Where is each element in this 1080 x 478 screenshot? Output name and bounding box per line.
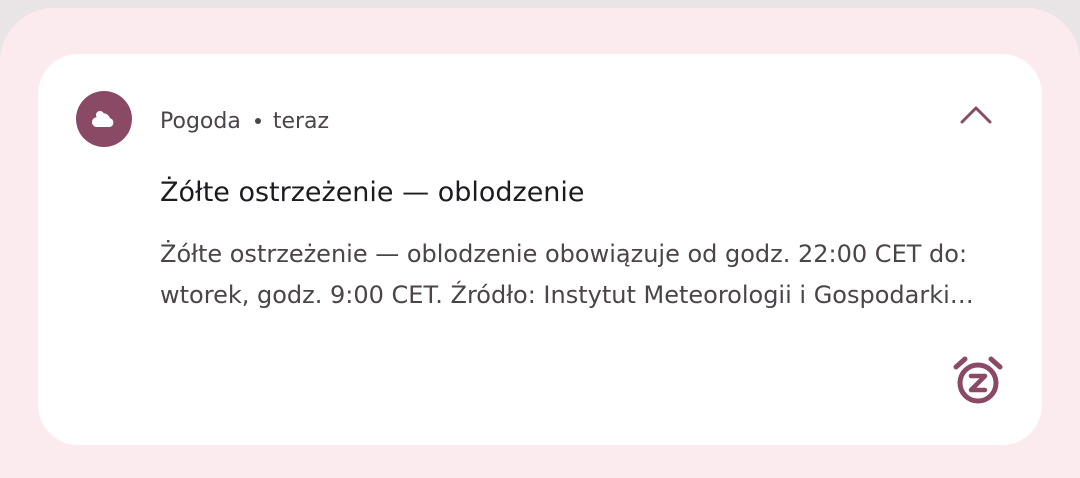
separator-dot: [254, 118, 261, 124]
collapse-button[interactable]: [946, 96, 1006, 140]
notification-card[interactable]: Pogoda teraz Żółte ostrzeżenie — oblodze…: [38, 54, 1042, 445]
timestamp: teraz: [272, 108, 330, 134]
snooze-alarm-icon: [953, 356, 1003, 404]
notification-body: Żółte ostrzeżenie — oblodzenie obowiązuj…: [160, 240, 968, 309]
snooze-button[interactable]: [944, 350, 1012, 410]
notification-shade: Pogoda teraz Żółte ostrzeżenie — oblodze…: [0, 8, 1080, 478]
chevron-up-icon: [960, 106, 992, 124]
notification-header: Pogoda teraz: [160, 106, 329, 136]
notification-title: Żółte ostrzeżenie — oblodzenie: [160, 177, 585, 208]
weather-app-icon: [76, 91, 132, 147]
weather-cloud-icon: [91, 111, 114, 127]
app-name: Pogoda: [160, 108, 241, 134]
